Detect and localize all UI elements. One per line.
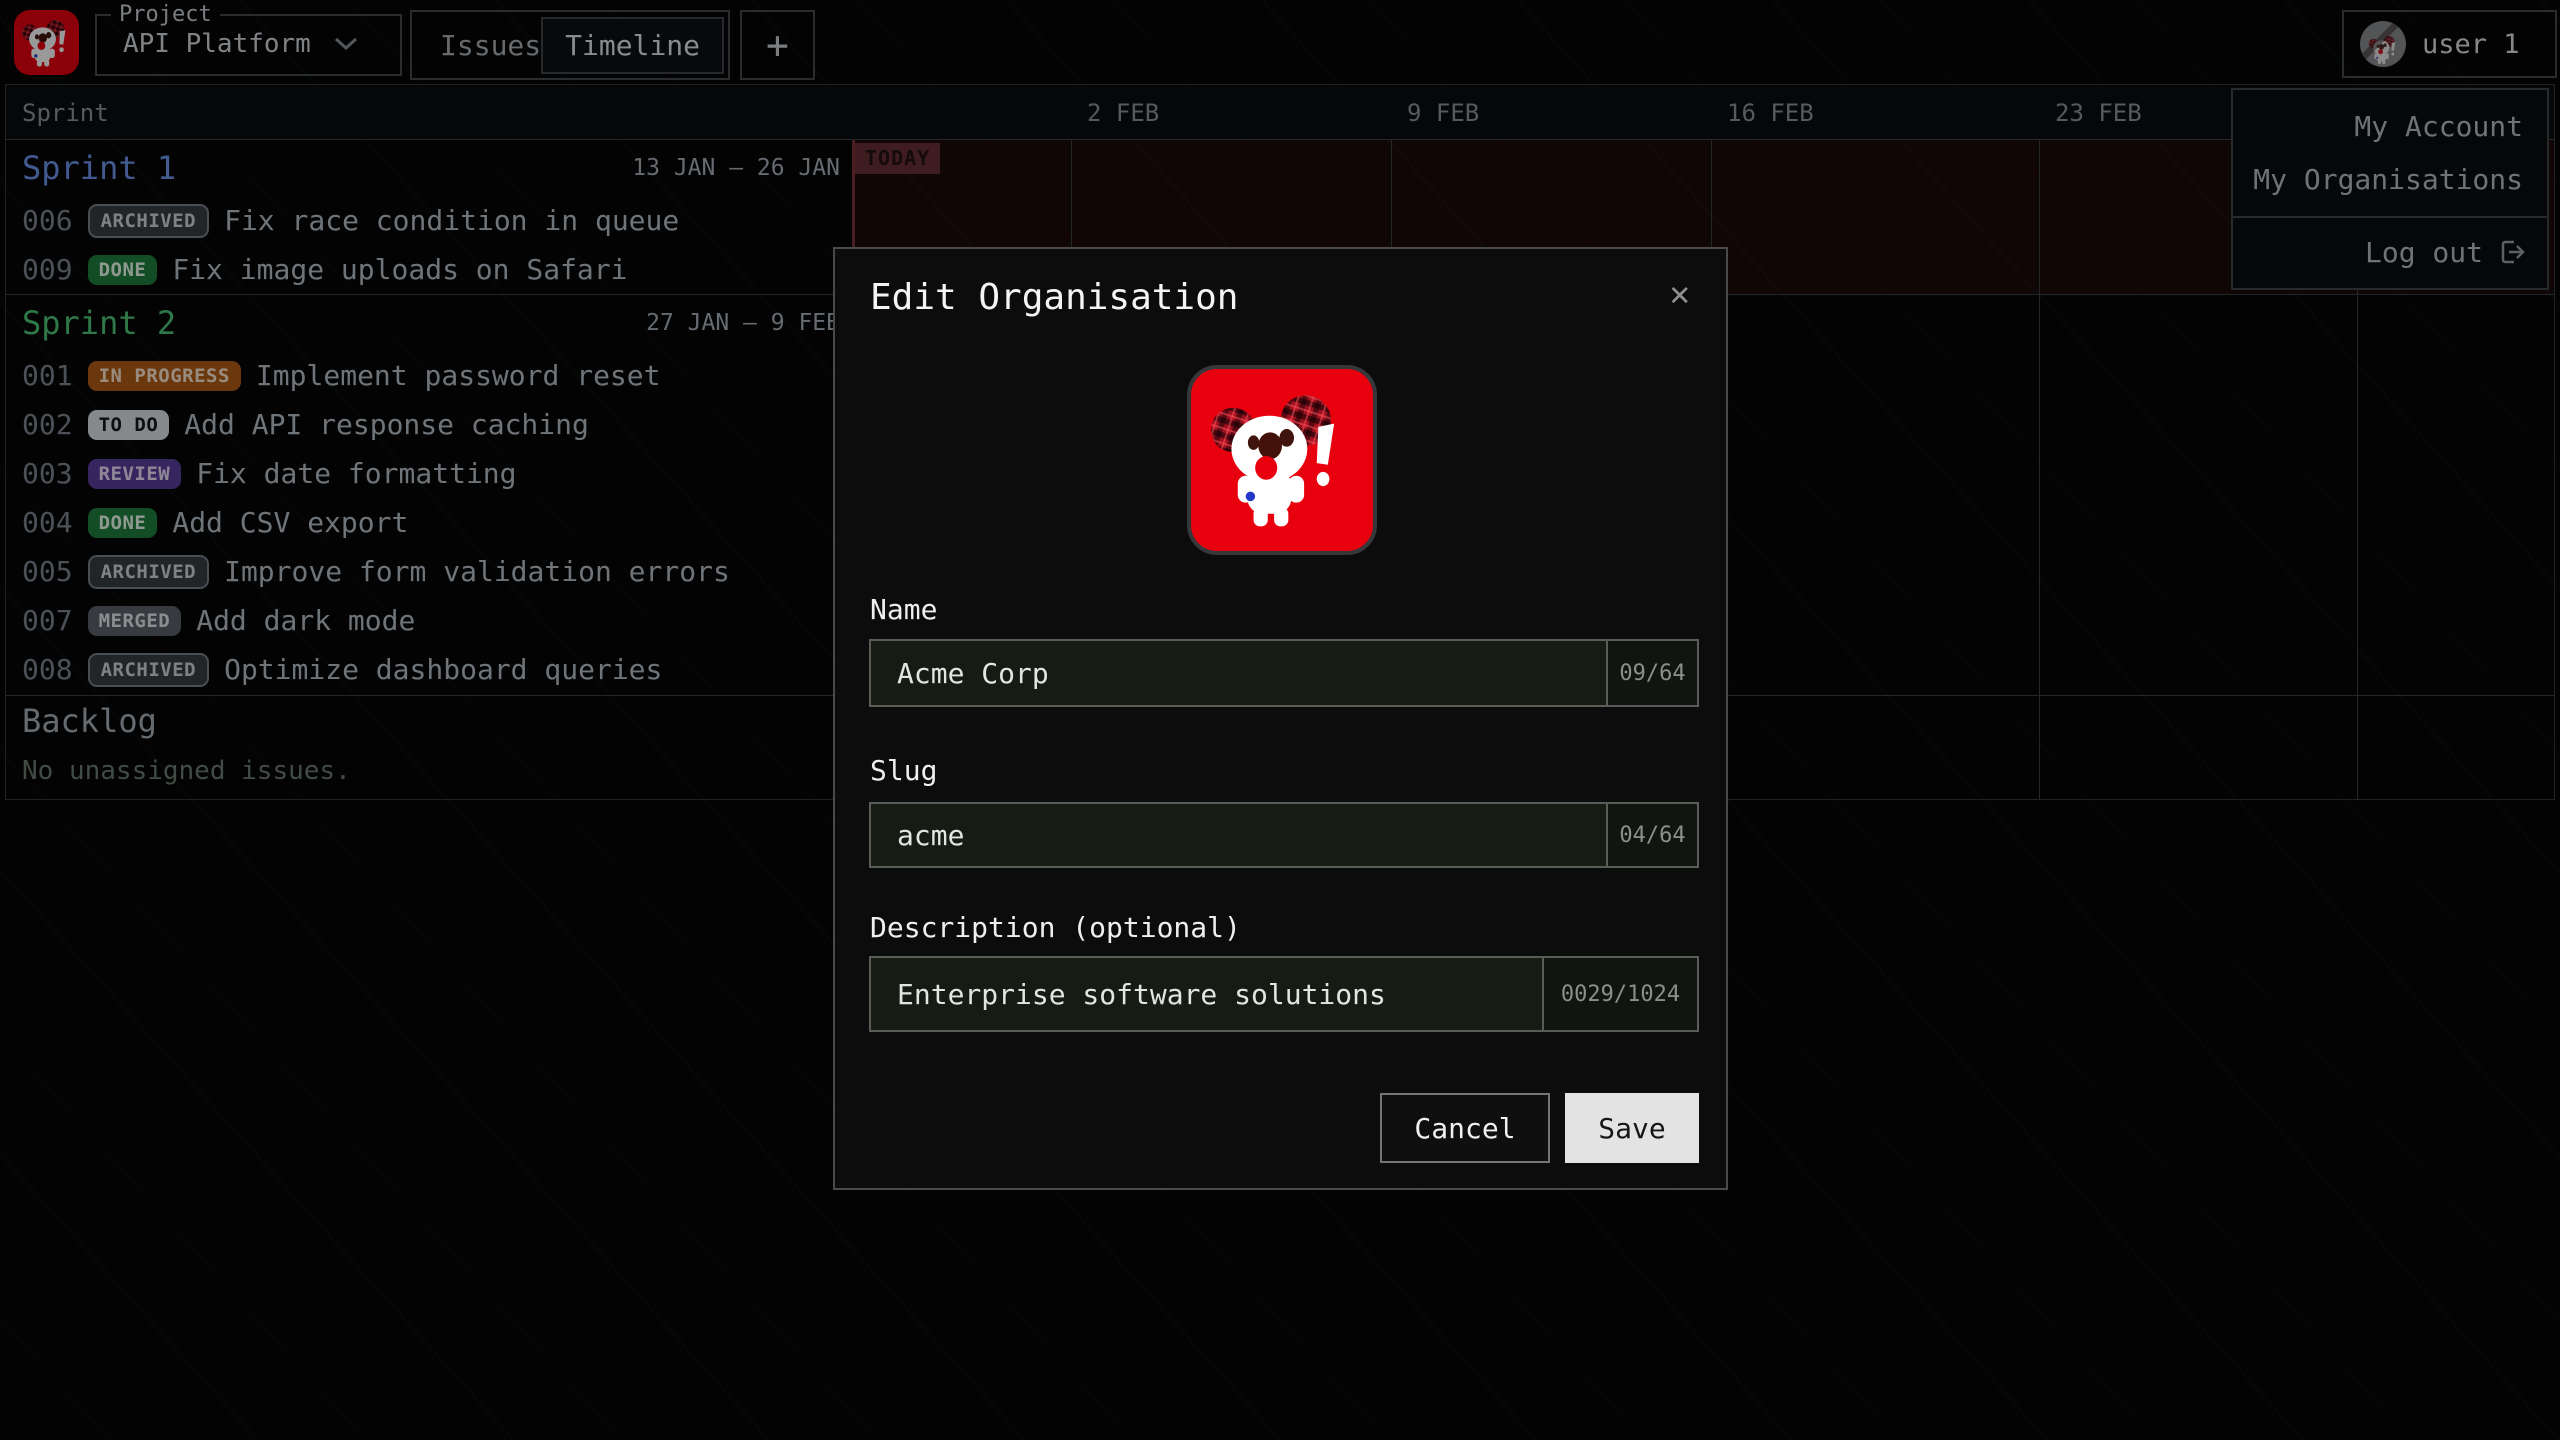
description-char-counter: 0029/1024 — [1542, 958, 1697, 1030]
name-field: 09/64 — [869, 639, 1699, 707]
name-input[interactable] — [871, 641, 1697, 705]
screen: Project API Platform Issues Timeline + u… — [0, 0, 2560, 1440]
slug-char-counter: 04/64 — [1606, 804, 1697, 866]
description-field-label: Description (optional) — [870, 911, 1241, 944]
slug-field: 04/64 — [869, 802, 1699, 868]
description-field: 0029/1024 — [869, 956, 1699, 1032]
save-button[interactable]: Save — [1565, 1093, 1699, 1163]
organisation-logo — [1187, 365, 1377, 555]
slug-field-label: Slug — [870, 754, 937, 787]
name-field-label: Name — [870, 593, 937, 626]
slug-input[interactable] — [871, 804, 1697, 866]
close-icon[interactable]: ✕ — [1664, 273, 1696, 315]
modal-title: Edit Organisation — [870, 277, 1238, 318]
koala-logo-icon — [1203, 381, 1361, 539]
cancel-button[interactable]: Cancel — [1380, 1093, 1550, 1163]
edit-organisation-modal: Edit Organisation ✕ Name 09/64 Slug 04/6… — [833, 247, 1728, 1190]
name-char-counter: 09/64 — [1606, 641, 1697, 705]
